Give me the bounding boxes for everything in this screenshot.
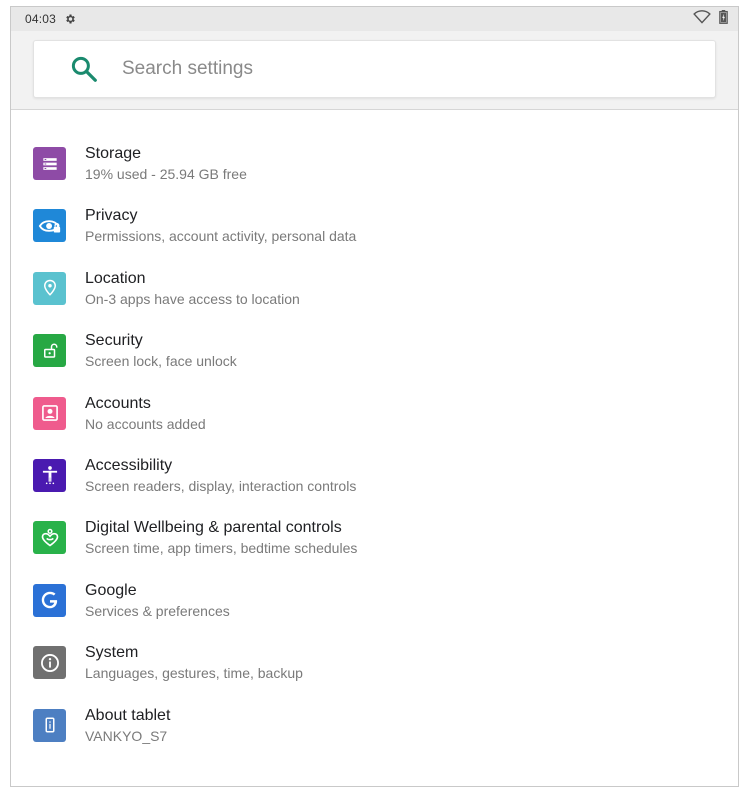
- settings-item-accessibility[interactable]: Accessibility Screen readers, display, i…: [11, 453, 738, 515]
- item-title: Accessibility: [85, 456, 173, 474]
- item-title: Security: [85, 332, 143, 350]
- location-pin-icon: [33, 271, 66, 305]
- wellbeing-heart-icon: [33, 521, 66, 555]
- settings-screen: 04:03 Search settings Storage 19% used -…: [10, 6, 739, 787]
- item-subtitle: Permissions, account activity, personal …: [85, 228, 357, 245]
- status-time: 04:03: [25, 12, 57, 26]
- settings-item-privacy[interactable]: Privacy Permissions, account activity, p…: [11, 203, 738, 265]
- item-title: Digital Wellbeing & parental controls: [85, 519, 342, 537]
- wifi-icon: [693, 9, 711, 29]
- item-subtitle: Services & preferences: [85, 602, 230, 619]
- item-title: Accounts: [85, 394, 151, 412]
- item-subtitle: Languages, gestures, time, backup: [85, 665, 303, 682]
- lock-icon: [33, 334, 66, 368]
- settings-list: Storage 19% used - 25.94 GB free Privacy…: [11, 141, 738, 765]
- item-title: Google: [85, 581, 137, 599]
- item-title: System: [85, 644, 139, 662]
- settings-item-location[interactable]: Location On-3 apps have access to locati…: [11, 266, 738, 328]
- item-title: Privacy: [85, 207, 138, 225]
- tablet-icon: [33, 708, 66, 742]
- status-icons: [693, 9, 728, 29]
- item-subtitle: No accounts added: [85, 415, 206, 432]
- search-placeholder[interactable]: Search settings: [122, 58, 253, 80]
- item-subtitle: VANKYO_S7: [85, 727, 168, 744]
- battery-icon: [719, 9, 728, 29]
- item-title: About tablet: [85, 706, 171, 724]
- accessibility-icon: [33, 458, 66, 492]
- search-bar[interactable]: Search settings: [33, 40, 716, 98]
- info-icon: [33, 646, 66, 680]
- status-bar: 04:03: [11, 7, 738, 31]
- search-icon: [69, 54, 99, 84]
- item-title: Location: [85, 269, 146, 287]
- google-g-icon: [33, 583, 66, 617]
- settings-item-google[interactable]: Google Services & preferences: [11, 578, 738, 640]
- item-subtitle: Screen readers, display, interaction con…: [85, 477, 357, 494]
- settings-item-wellbeing[interactable]: Digital Wellbeing & parental controls Sc…: [11, 515, 738, 577]
- settings-item-about[interactable]: About tablet VANKYO_S7: [11, 703, 738, 765]
- settings-item-security[interactable]: Security Screen lock, face unlock: [11, 328, 738, 390]
- storage-icon: [33, 147, 66, 180]
- item-subtitle: On-3 apps have access to location: [85, 290, 300, 307]
- settings-item-system[interactable]: System Languages, gestures, time, backup: [11, 640, 738, 702]
- settings-item-accounts[interactable]: Accounts No accounts added: [11, 391, 738, 453]
- item-subtitle: Screen lock, face unlock: [85, 353, 237, 370]
- search-area: Search settings: [11, 31, 738, 110]
- gear-icon: [64, 13, 76, 25]
- item-subtitle: Screen time, app timers, bedtime schedul…: [85, 540, 358, 557]
- account-icon: [33, 396, 66, 430]
- item-subtitle: 19% used - 25.94 GB free: [85, 166, 247, 182]
- settings-item-storage[interactable]: Storage 19% used - 25.94 GB free: [11, 141, 738, 203]
- item-title: Storage: [85, 145, 142, 162]
- privacy-eye-icon: [33, 209, 66, 243]
